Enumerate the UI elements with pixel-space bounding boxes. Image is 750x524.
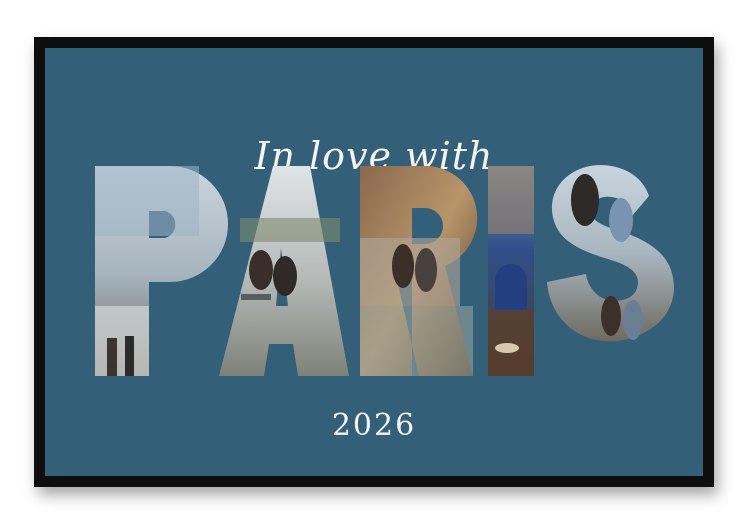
letter-r: [360, 166, 478, 376]
letter-i: [488, 166, 534, 376]
poster: In love with 2026: [45, 48, 703, 476]
letter-s: [547, 165, 674, 342]
letter-a: [219, 166, 349, 376]
letter-p: [95, 166, 228, 376]
year-text: 2026: [331, 408, 417, 443]
